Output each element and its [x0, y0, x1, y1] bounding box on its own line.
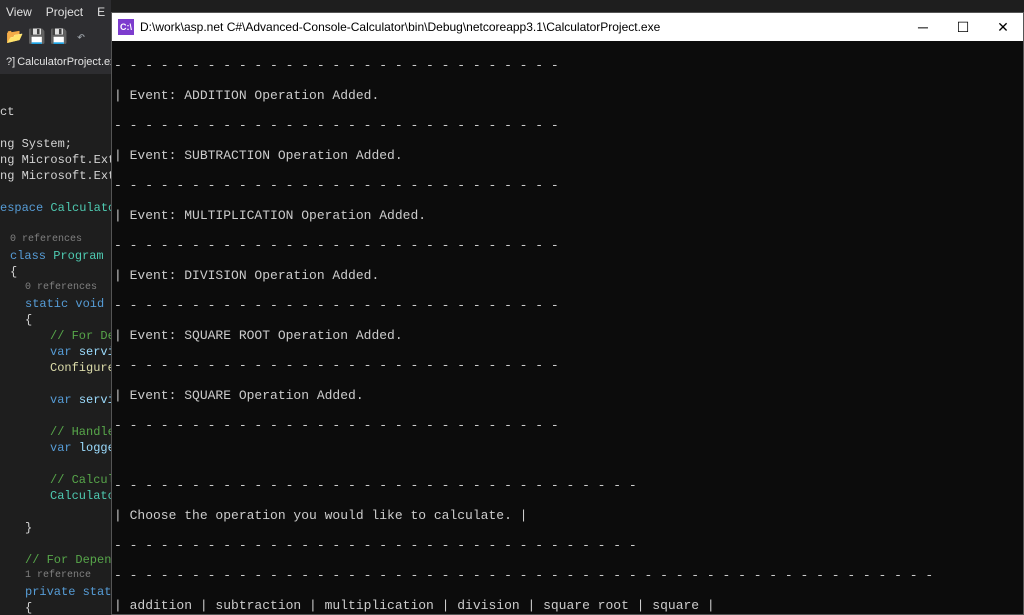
code-line: Configure	[0, 360, 111, 376]
console-line: - - - - - - - - - - - - - - - - - - - - …	[114, 298, 1021, 313]
console-line: | Event: DIVISION Operation Added.	[114, 268, 1021, 283]
code-line: var servi	[0, 392, 111, 408]
console-line: | addition | subtraction | multiplicatio…	[114, 598, 1021, 613]
code-line: ct	[0, 104, 111, 120]
window-controls: ─ ☐ ✕	[903, 13, 1023, 41]
code-editor[interactable]: ct ng System; ng Microsoft.Extens ng Mic…	[0, 74, 111, 615]
code-line: private stati	[0, 584, 111, 600]
console-line: | Event: SQUARE Operation Added.	[114, 388, 1021, 403]
close-button[interactable]: ✕	[983, 13, 1023, 41]
console-line: | Event: MULTIPLICATION Operation Added.	[114, 208, 1021, 223]
console-line: | Choose the operation you would like to…	[114, 508, 1021, 523]
window-title: D:\work\asp.net C#\Advanced-Console-Calc…	[140, 20, 903, 34]
save-icon[interactable]: 💾	[28, 28, 46, 46]
code-line: // For Depend	[0, 552, 111, 568]
open-folder-icon[interactable]: 📂	[6, 28, 24, 46]
console-line: | Event: SQUARE ROOT Operation Added.	[114, 328, 1021, 343]
console-window: C:\ D:\work\asp.net C#\Advanced-Console-…	[111, 12, 1024, 615]
code-line: static void M	[0, 296, 111, 312]
menu-extra[interactable]: E	[97, 5, 105, 19]
code-line: // Handler	[0, 424, 111, 440]
console-output[interactable]: - - - - - - - - - - - - - - - - - - - - …	[112, 41, 1023, 614]
console-line: | Event: SUBTRACTION Operation Added.	[114, 148, 1021, 163]
code-line: {	[0, 600, 111, 615]
console-line: - - - - - - - - - - - - - - - - - - - - …	[114, 568, 1021, 583]
console-line: - - - - - - - - - - - - - - - - - - - - …	[114, 118, 1021, 133]
console-line: - - - - - - - - - - - - - - - - - - - - …	[114, 358, 1021, 373]
code-line: espace CalculatorP	[0, 200, 111, 216]
ide-menubar[interactable]: View Project E	[0, 0, 111, 24]
code-line: Calculator	[0, 488, 111, 504]
code-line: {	[0, 312, 111, 328]
console-line: | Event: ADDITION Operation Added.	[114, 88, 1021, 103]
code-line: ng Microsoft.Extens	[0, 168, 111, 184]
title-bar[interactable]: C:\ D:\work\asp.net C#\Advanced-Console-…	[112, 13, 1023, 41]
reference-count: 1 reference	[0, 568, 111, 584]
console-line: - - - - - - - - - - - - - - - - - - - - …	[114, 58, 1021, 73]
console-line: - - - - - - - - - - - - - - - - - - - - …	[114, 238, 1021, 253]
tab-prefix: ?]	[6, 56, 15, 68]
menu-view[interactable]: View	[6, 5, 32, 19]
reference-count: 0 references	[0, 232, 111, 248]
tab-filename: CalculatorProject.exe	[17, 56, 122, 68]
code-line: var servi	[0, 344, 111, 360]
console-line: - - - - - - - - - - - - - - - - - - - - …	[114, 178, 1021, 193]
code-line: ng System;	[0, 136, 111, 152]
ide-toolbar: 📂 💾 💾 ↶	[0, 24, 111, 50]
undo-icon[interactable]: ↶	[72, 28, 90, 46]
code-line: // For Dep	[0, 328, 111, 344]
code-line: ng Microsoft.Extens	[0, 152, 111, 168]
console-line: - - - - - - - - - - - - - - - - - - - - …	[114, 418, 1021, 433]
code-line: }	[0, 520, 111, 536]
console-icon: C:\	[118, 19, 134, 35]
console-line	[114, 448, 1021, 463]
minimize-button[interactable]: ─	[903, 13, 943, 41]
save-all-icon[interactable]: 💾	[50, 28, 68, 46]
console-line: - - - - - - - - - - - - - - - - - - - - …	[114, 478, 1021, 493]
menu-project[interactable]: Project	[46, 5, 83, 19]
maximize-button[interactable]: ☐	[943, 13, 983, 41]
code-line: var logger	[0, 440, 111, 456]
reference-count: 0 references	[0, 280, 111, 296]
code-line: class Program	[0, 248, 111, 264]
console-line: - - - - - - - - - - - - - - - - - - - - …	[114, 538, 1021, 553]
code-line: // Calcul	[0, 472, 111, 488]
code-line: {	[0, 264, 111, 280]
